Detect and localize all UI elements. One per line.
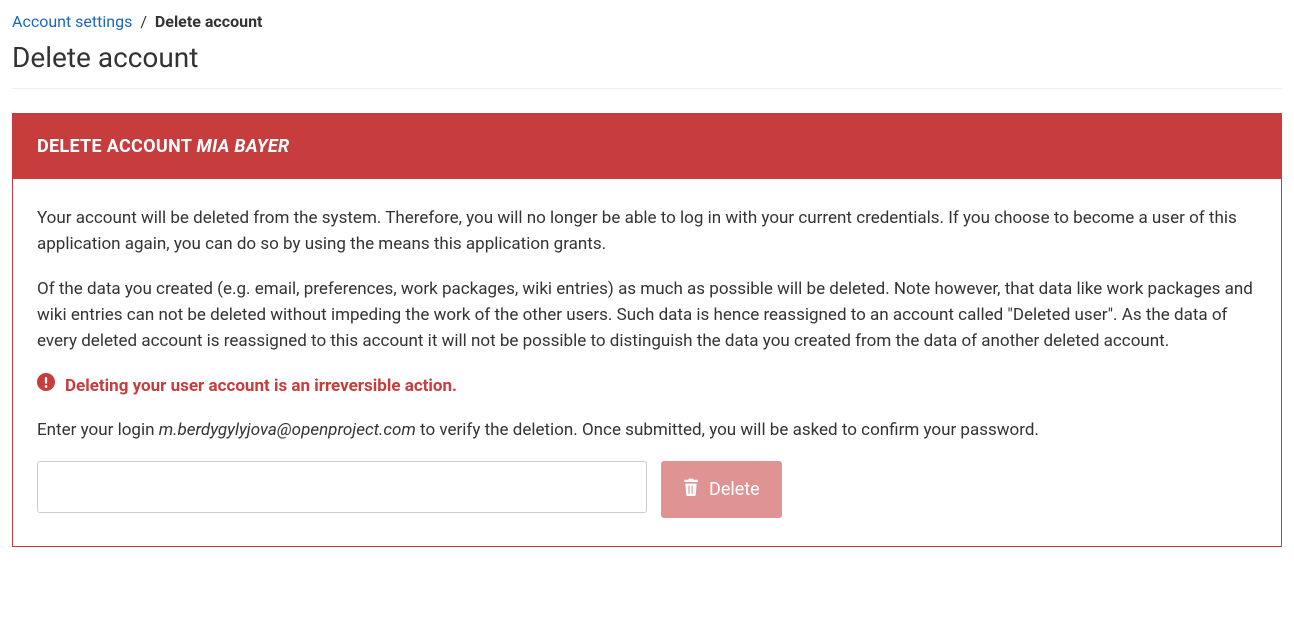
login-verification-input[interactable] bbox=[37, 461, 647, 513]
verify-prefix: Enter your login bbox=[37, 420, 159, 440]
panel-body: Your account will be deleted from the sy… bbox=[13, 179, 1281, 546]
delete-button-label: Delete bbox=[709, 479, 760, 500]
verify-suffix: to verify the deletion. Once submitted, … bbox=[416, 420, 1039, 440]
delete-account-panel: Delete account Mia Bayer Your account wi… bbox=[12, 113, 1282, 547]
breadcrumb-separator: / bbox=[140, 12, 147, 31]
breadcrumb: Account settings / Delete account bbox=[12, 12, 1282, 31]
panel-header: Delete account Mia Bayer bbox=[13, 114, 1281, 179]
trash-icon bbox=[683, 478, 699, 501]
breadcrumb-link-account-settings[interactable]: Account settings bbox=[12, 12, 132, 31]
page-title: Delete account bbox=[12, 41, 1282, 74]
panel-header-prefix: Delete account bbox=[37, 136, 192, 157]
breadcrumb-current: Delete account bbox=[155, 12, 263, 31]
delete-button[interactable]: Delete bbox=[661, 461, 782, 518]
panel-header-username: Mia Bayer bbox=[197, 136, 290, 157]
verify-instruction: Enter your login m.berdygylyjova@openpro… bbox=[37, 417, 1257, 443]
divider bbox=[12, 88, 1282, 89]
info-paragraph-2: Of the data you created (e.g. email, pre… bbox=[37, 276, 1257, 355]
warning-text: Deleting your user account is an irrever… bbox=[65, 373, 457, 399]
warning-row: Deleting your user account is an irrever… bbox=[37, 373, 1257, 399]
info-paragraph-1: Your account will be deleted from the sy… bbox=[37, 205, 1257, 258]
form-row: Delete bbox=[37, 461, 1257, 518]
warning-icon bbox=[37, 373, 55, 399]
verify-login-email: m.berdygylyjova@openproject.com bbox=[159, 420, 416, 440]
